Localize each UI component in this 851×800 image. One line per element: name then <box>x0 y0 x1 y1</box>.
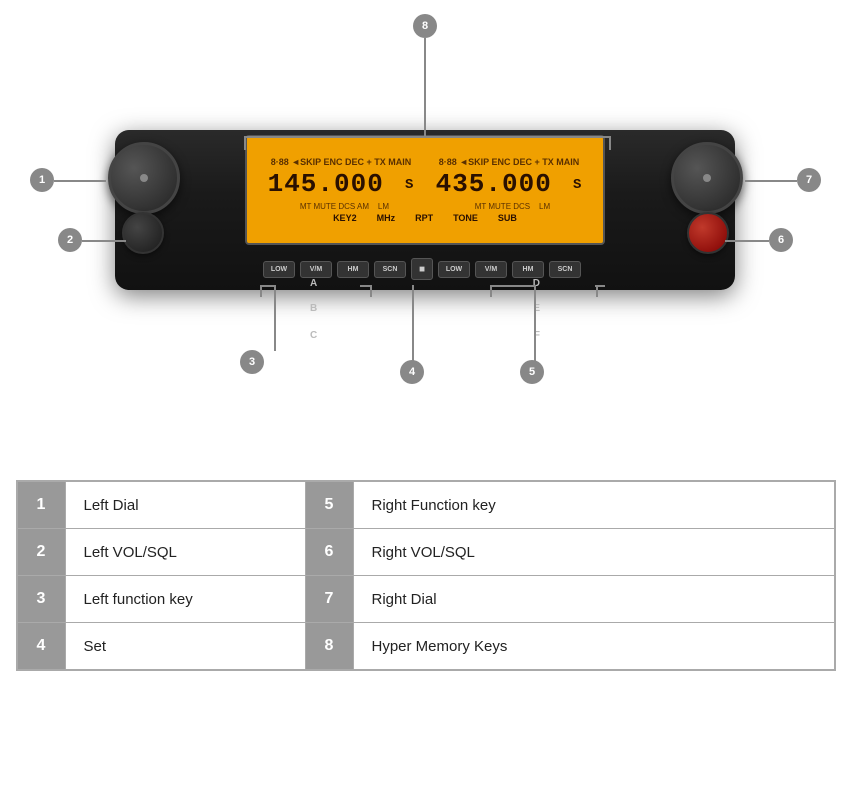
btn-low-left[interactable]: LOW <box>263 261 295 278</box>
label-left-1: Left Dial <box>65 482 305 529</box>
callout-3-line <box>274 285 276 351</box>
callout-1: 1 <box>30 168 54 192</box>
display-top-left: 8·88 ◄SKIP ENC DEC + TX MAIN <box>271 157 412 167</box>
callout-6: 6 <box>769 228 793 252</box>
display-freq-separator: S <box>405 169 414 199</box>
label-right-4: Hyper Memory Keys <box>353 623 834 670</box>
label-left-3: Left function key <box>65 576 305 623</box>
display-bottom-row: MT MUTE DCS AM LM MT MUTE DCS LM <box>257 202 593 211</box>
display-freq-separator2: S <box>573 169 582 199</box>
display-tone: TONE <box>453 213 478 223</box>
num-left-1: 1 <box>17 482 65 529</box>
callout-3-bracket-rv <box>370 285 372 297</box>
display-middle-row: KEY2 MHz RPT TONE SUB <box>257 213 593 223</box>
display-bottom-right: MT MUTE DCS LM <box>475 202 550 211</box>
table-row-1: 1 Left Dial 5 Right Function key <box>17 482 834 529</box>
display-rpt: RPT <box>415 213 433 223</box>
callout-8: 8 <box>413 14 437 38</box>
right-vol-sql <box>687 212 729 254</box>
num-right-2: 6 <box>305 529 353 576</box>
num-left-4: 4 <box>17 623 65 670</box>
callout-6-line <box>725 240 769 242</box>
legend-table: 1 Left Dial 5 Right Function key 2 Left … <box>16 480 836 671</box>
btn-scn-left[interactable]: SCN <box>374 261 406 278</box>
label-left-2: Left VOL/SQL <box>65 529 305 576</box>
callout-3-bracket-lv <box>260 285 262 297</box>
label-c: C <box>310 330 317 341</box>
callout-7: 7 <box>797 168 821 192</box>
callout-8-vr <box>609 136 611 150</box>
label-right-3: Right Dial <box>353 576 834 623</box>
callout-8-bracket-left <box>244 136 424 138</box>
callout-5-bracket-left <box>490 285 534 287</box>
btn-square[interactable]: ■ <box>411 258 433 280</box>
callout-3-bracket-right <box>360 285 372 287</box>
label-b: B <box>310 303 317 314</box>
table-row-2: 2 Left VOL/SQL 6 Right VOL/SQL <box>17 529 834 576</box>
callout-2: 2 <box>58 228 82 252</box>
button-row: LOW V/M HM SCN ■ LOW V/M HM SCN <box>202 258 642 280</box>
callout-5-bracket-rv <box>596 285 598 297</box>
label-left-4: Set <box>65 623 305 670</box>
btn-vm-left[interactable]: V/M <box>300 261 332 278</box>
display-key2: KEY2 <box>333 213 357 223</box>
btn-scn-right[interactable]: SCN <box>549 261 581 278</box>
callout-4-line <box>412 285 414 361</box>
left-dial <box>108 142 180 214</box>
display-top-row: 8·88 ◄SKIP ENC DEC + TX MAIN 8·88 ◄SKIP … <box>257 157 593 167</box>
callout-5-bracket-lv <box>490 285 492 297</box>
btn-hm-left[interactable]: HM <box>337 261 369 278</box>
num-left-2: 2 <box>17 529 65 576</box>
btn-low-right[interactable]: LOW <box>438 261 470 278</box>
display-freq-row: 145.000 S 435.000 S <box>257 169 593 199</box>
num-right-1: 5 <box>305 482 353 529</box>
num-right-4: 8 <box>305 623 353 670</box>
display-freq-right: 435.000 <box>436 169 552 199</box>
label-right-2: Right VOL/SQL <box>353 529 834 576</box>
callout-1-line <box>54 180 106 182</box>
btn-vm-right[interactable]: V/M <box>475 261 507 278</box>
display-mhz: MHz <box>377 213 396 223</box>
btn-hm-right[interactable]: HM <box>512 261 544 278</box>
num-right-3: 7 <box>305 576 353 623</box>
label-right-1: Right Function key <box>353 482 834 529</box>
callout-3-bracket-left <box>260 285 274 287</box>
display-bottom-left: MT MUTE DCS AM LM <box>300 202 389 211</box>
display-sub: SUB <box>498 213 517 223</box>
callout-8-line <box>424 38 426 138</box>
table-row-3: 3 Left function key 7 Right Dial <box>17 576 834 623</box>
callout-8-bracket-right <box>424 136 610 138</box>
right-dial <box>671 142 743 214</box>
callout-5-line <box>534 285 536 361</box>
radio-display: 8·88 ◄SKIP ENC DEC + TX MAIN 8·88 ◄SKIP … <box>245 135 605 245</box>
callout-2-line <box>82 240 126 242</box>
callout-8-vl <box>244 136 246 150</box>
table-row-4: 4 Set 8 Hyper Memory Keys <box>17 623 834 670</box>
radio-diagram: A B C D E F 8·88 ◄SKIP ENC DEC + TX MAIN… <box>0 0 851 460</box>
left-vol-sql <box>122 212 164 254</box>
num-left-3: 3 <box>17 576 65 623</box>
display-freq-left: 145.000 <box>268 169 384 199</box>
callout-5: 5 <box>520 360 544 384</box>
callout-7-line <box>745 180 797 182</box>
display-top-right: 8·88 ◄SKIP ENC DEC + TX MAIN <box>439 157 580 167</box>
callout-4: 4 <box>400 360 424 384</box>
callout-5-bracket-right <box>595 285 605 287</box>
callout-3: 3 <box>240 350 264 374</box>
